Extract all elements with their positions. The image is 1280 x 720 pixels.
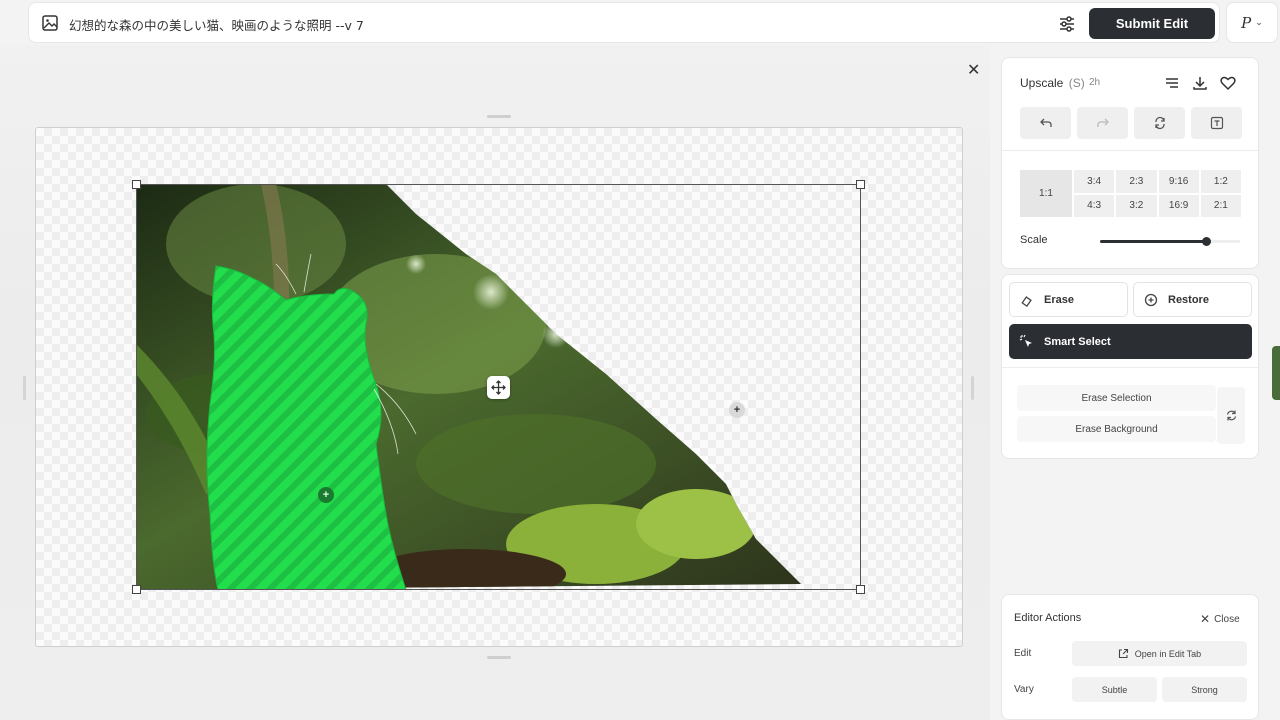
top-resize-handle[interactable] xyxy=(487,115,511,118)
chevron-down-icon: ⌄ xyxy=(1255,17,1263,27)
add-point-marker[interactable]: + xyxy=(729,402,745,418)
image-settings-panel: Upscale (S) 2h 1:1 3:4 2:3 9:16 1:2 4:3 xyxy=(1001,57,1259,269)
scale-slider-knob[interactable] xyxy=(1202,237,1212,246)
redo-button[interactable] xyxy=(1077,107,1128,139)
download-icon[interactable] xyxy=(1191,74,1209,92)
close-icon[interactable]: ✕ xyxy=(967,60,980,80)
restore-label: Restore xyxy=(1168,293,1209,306)
ratio-option[interactable]: 1:2 xyxy=(1200,170,1241,193)
text-icon xyxy=(1210,116,1223,130)
ratio-option[interactable]: 9:16 xyxy=(1158,170,1199,193)
selection-tools-panel: Erase Restore Smart Select Erase Selecti… xyxy=(1001,274,1259,459)
plus-circle-icon xyxy=(1144,293,1158,306)
edit-toolbar xyxy=(1020,107,1242,139)
ratio-option[interactable]: 4:3 xyxy=(1074,194,1115,217)
menu-icon[interactable] xyxy=(1163,74,1181,92)
avatar: P xyxy=(1241,13,1252,32)
edit-label: Edit xyxy=(1014,648,1032,659)
pointer-select-icon xyxy=(1019,334,1032,347)
redo-icon xyxy=(1096,118,1109,127)
upscale-time: 2h xyxy=(1089,77,1101,88)
prompt-text[interactable]: 幻想的な森の中の美しい猫、映画のような照明 --v 7 xyxy=(69,15,364,34)
undo-icon xyxy=(1039,118,1052,127)
selection-point-marker[interactable]: + xyxy=(318,487,334,503)
vary-label: Vary xyxy=(1014,684,1034,695)
erase-selection-button[interactable]: Erase Selection xyxy=(1017,385,1216,411)
open-in-edit-tab-button[interactable]: Open in Edit Tab xyxy=(1072,641,1247,666)
ratio-option[interactable]: 2:1 xyxy=(1200,194,1241,217)
reset-selection-button[interactable] xyxy=(1217,387,1245,444)
right-resize-handle[interactable] xyxy=(971,376,974,400)
resize-corner-bottom-right[interactable] xyxy=(856,585,865,594)
smart-select-label: Smart Select xyxy=(1044,335,1111,348)
ratio-option[interactable]: 3:4 xyxy=(1074,170,1115,193)
submit-edit-button[interactable]: Submit Edit xyxy=(1089,8,1215,39)
vary-strong-button[interactable]: Strong xyxy=(1162,677,1247,702)
refresh-icon xyxy=(1226,410,1236,421)
upscale-title: Upscale (S) xyxy=(1020,76,1085,90)
resize-corner-bottom-left[interactable] xyxy=(132,585,141,594)
sliders-icon[interactable] xyxy=(1057,14,1077,34)
panel-divider xyxy=(1002,150,1258,151)
move-handle[interactable] xyxy=(487,376,510,399)
heart-icon[interactable] xyxy=(1219,74,1237,92)
text-tool-button[interactable] xyxy=(1191,107,1242,139)
ratio-option[interactable]: 3:2 xyxy=(1116,194,1157,217)
restore-button[interactable]: Restore xyxy=(1133,282,1252,317)
undo-button[interactable] xyxy=(1020,107,1071,139)
prompt-bar: 幻想的な森の中の美しい猫、映画のような照明 --v 7 Submit Edit xyxy=(28,2,1220,43)
rotate-icon xyxy=(1154,116,1165,130)
move-icon xyxy=(491,380,506,395)
image-icon xyxy=(42,15,58,31)
bottom-resize-handle[interactable] xyxy=(487,656,511,659)
close-icon: ✕ xyxy=(1200,612,1211,626)
smart-select-button[interactable]: Smart Select xyxy=(1009,324,1252,359)
reset-button[interactable] xyxy=(1134,107,1185,139)
resize-corner-top-left[interactable] xyxy=(132,180,141,189)
image-thumbnail-edge[interactable] xyxy=(1272,346,1280,400)
editor-actions-panel: Editor Actions ✕ Close Edit Open in Edit… xyxy=(1001,594,1259,720)
editor-actions-title: Editor Actions xyxy=(1014,612,1082,624)
scale-label: Scale xyxy=(1020,234,1048,246)
close-label: Close xyxy=(1214,613,1240,625)
aspect-ratio-grid: 1:1 3:4 2:3 9:16 1:2 4:3 3:2 16:9 2:1 xyxy=(1020,170,1241,217)
external-link-icon xyxy=(1118,648,1128,659)
left-resize-handle[interactable] xyxy=(23,376,26,400)
ratio-1-1[interactable]: 1:1 xyxy=(1020,170,1072,217)
scale-slider[interactable] xyxy=(1100,237,1240,246)
ratio-option[interactable]: 16:9 xyxy=(1158,194,1199,217)
eraser-icon xyxy=(1021,295,1032,307)
erase-background-button[interactable]: Erase Background xyxy=(1017,416,1216,442)
scale-slider-fill xyxy=(1100,240,1207,243)
profile-menu[interactable]: P ⌄ xyxy=(1226,2,1278,43)
resize-corner-top-right[interactable] xyxy=(856,180,865,189)
erase-label: Erase xyxy=(1044,293,1074,306)
open-in-edit-tab-label: Open in Edit Tab xyxy=(1134,648,1202,659)
erase-button[interactable]: Erase xyxy=(1009,282,1128,317)
panel-divider xyxy=(1002,367,1258,368)
vary-subtle-button[interactable]: Subtle xyxy=(1072,677,1157,702)
ratio-option[interactable]: 2:3 xyxy=(1116,170,1157,193)
editor-actions-close-button[interactable]: ✕ Close xyxy=(1200,612,1240,626)
